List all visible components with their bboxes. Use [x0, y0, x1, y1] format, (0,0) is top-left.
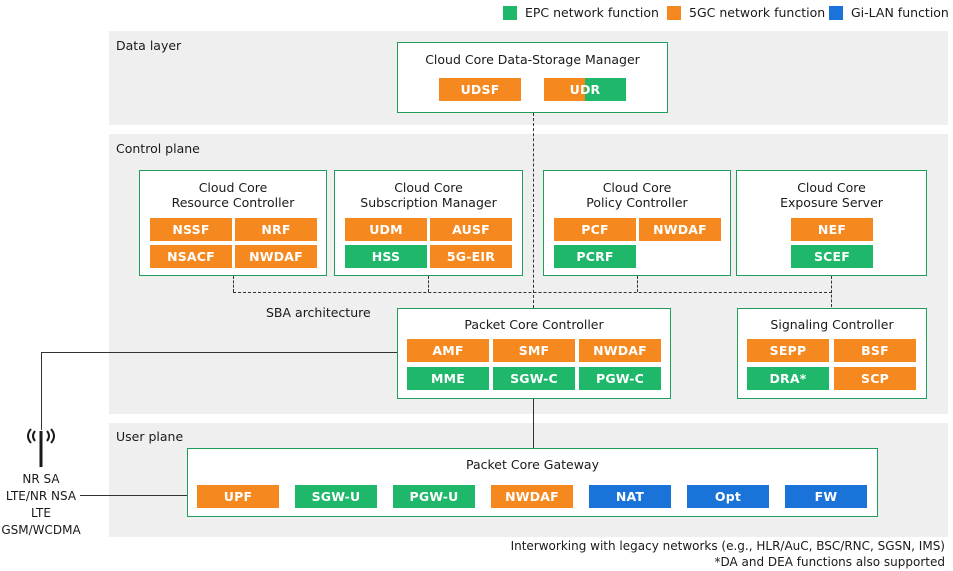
packet-core-gateway-title: Packet Core Gateway [466, 457, 599, 472]
nwdaf-chip: NWDAF [235, 245, 317, 268]
smf-chip: SMF [493, 339, 575, 362]
udm-chip: UDM [345, 218, 427, 241]
policy-controller-title-1: Cloud Core [602, 180, 672, 195]
sgw-u-chip: SGW-U [295, 485, 377, 508]
radio-to-gateway-line [80, 495, 187, 496]
resource-controller-connector [233, 276, 234, 292]
resource-controller-title-1: Cloud Core [198, 180, 268, 195]
sgw-c-chip: SGW-C [493, 367, 575, 390]
subscription-manager-title-2: Subscription Manager [360, 195, 497, 210]
footer-note: *DA and DEA functions also supported [714, 555, 945, 569]
data-storage-manager: Cloud Core Data-Storage Manager UDSF UDR [397, 42, 668, 113]
data-storage-manager-title: Cloud Core Data-Storage Manager [425, 52, 640, 67]
resource-controller-title-2: Resource Controller [171, 195, 295, 210]
controller-to-gateway-line [533, 398, 534, 448]
amf-chip: AMF [407, 339, 489, 362]
packet-core-controller-title: Packet Core Controller [464, 317, 604, 332]
ausf-chip: AUSF [430, 218, 512, 241]
policy-nwdaf-chip: NWDAF [639, 218, 721, 241]
packet-core-controller: Packet Core Controller AMF SMF NWDAF MME… [397, 308, 671, 399]
policy-controller: Cloud Core Policy Controller PCF NWDAF P… [543, 170, 731, 276]
signaling-controller: Signaling Controller SEPP BSF DRA* SCP [737, 308, 927, 399]
policy-controller-connector [637, 276, 638, 292]
dra-chip: DRA* [747, 367, 829, 390]
5g-eir-chip: 5G-EIR [430, 245, 512, 268]
sepp-chip: SEPP [747, 339, 829, 362]
opt-chip: Opt [687, 485, 769, 508]
nssf-chip: NSSF [150, 218, 232, 241]
user-plane-label: User plane [116, 429, 184, 444]
signaling-controller-title: Signaling Controller [770, 317, 894, 332]
policy-controller-title-2: Policy Controller [586, 195, 688, 210]
exposure-server: Cloud Core Exposure Server NEF SCEF [736, 170, 927, 276]
legend-gilan-label: Gi-LAN function [851, 5, 949, 20]
legend-gilan-swatch [829, 6, 843, 20]
legend-epc-label: EPC network function [525, 5, 659, 20]
nsacf-chip: NSACF [150, 245, 232, 268]
nef-chip: NEF [791, 218, 873, 241]
radio-to-controller-line-h [41, 352, 397, 353]
pgw-u-chip: PGW-U [393, 485, 475, 508]
scp-chip: SCP [834, 367, 916, 390]
subscription-manager: Cloud Core Subscription Manager UDM AUSF… [334, 170, 523, 276]
sba-architecture-label: SBA architecture [266, 305, 371, 320]
bsf-chip: BSF [834, 339, 916, 362]
pgw-c-chip: PGW-C [579, 367, 661, 390]
fw-chip: FW [785, 485, 867, 508]
control-plane-label: Control plane [116, 141, 200, 156]
nrf-chip: NRF [235, 218, 317, 241]
subscription-manager-title-1: Cloud Core [394, 180, 463, 195]
mme-chip: MME [407, 367, 489, 390]
legend-epc-swatch [503, 6, 517, 20]
exposure-server-title-2: Exposure Server [780, 195, 883, 210]
udsf-chip: UDSF [439, 78, 521, 101]
legend-5gc-label: 5GC network function [689, 5, 826, 20]
upf-chip: UPF [197, 485, 279, 508]
scef-chip: SCEF [791, 245, 873, 268]
radio-lte: LTE [31, 506, 51, 520]
udr-chip: UDR [544, 78, 626, 101]
udr-label: UDR [569, 82, 601, 97]
data-layer-label: Data layer [116, 38, 182, 53]
nat-chip: NAT [589, 485, 671, 508]
hss-chip: HSS [345, 245, 427, 268]
footer-interworking: Interworking with legacy networks (e.g.,… [510, 539, 945, 553]
radio-to-controller-line-v [41, 352, 42, 430]
subscription-manager-connector [428, 276, 429, 292]
antenna-icon [27, 428, 55, 467]
sba-bus [233, 292, 832, 293]
packet-core-gateway: Packet Core Gateway UPF SGW-U PGW-U NWDA… [187, 448, 878, 517]
exposure-server-title-1: Cloud Core [797, 180, 866, 195]
radio-gsm-wcdma: GSM/WCDMA [1, 523, 81, 537]
radio-lte-nr-nsa: LTE/NR NSA [5, 489, 77, 503]
pcrf-chip: PCRF [554, 245, 636, 268]
pcc-nwdaf-chip: NWDAF [579, 339, 661, 362]
storage-to-sba-connector [533, 113, 534, 308]
resource-controller: Cloud Core Resource Controller NSSF NRF … [139, 170, 327, 276]
pcf-chip: PCF [554, 218, 636, 241]
gateway-nwdaf-chip: NWDAF [491, 485, 573, 508]
exposure-server-connector [831, 276, 832, 307]
radio-nr-sa: NR SA [22, 472, 60, 486]
legend-5gc-swatch [667, 6, 681, 20]
